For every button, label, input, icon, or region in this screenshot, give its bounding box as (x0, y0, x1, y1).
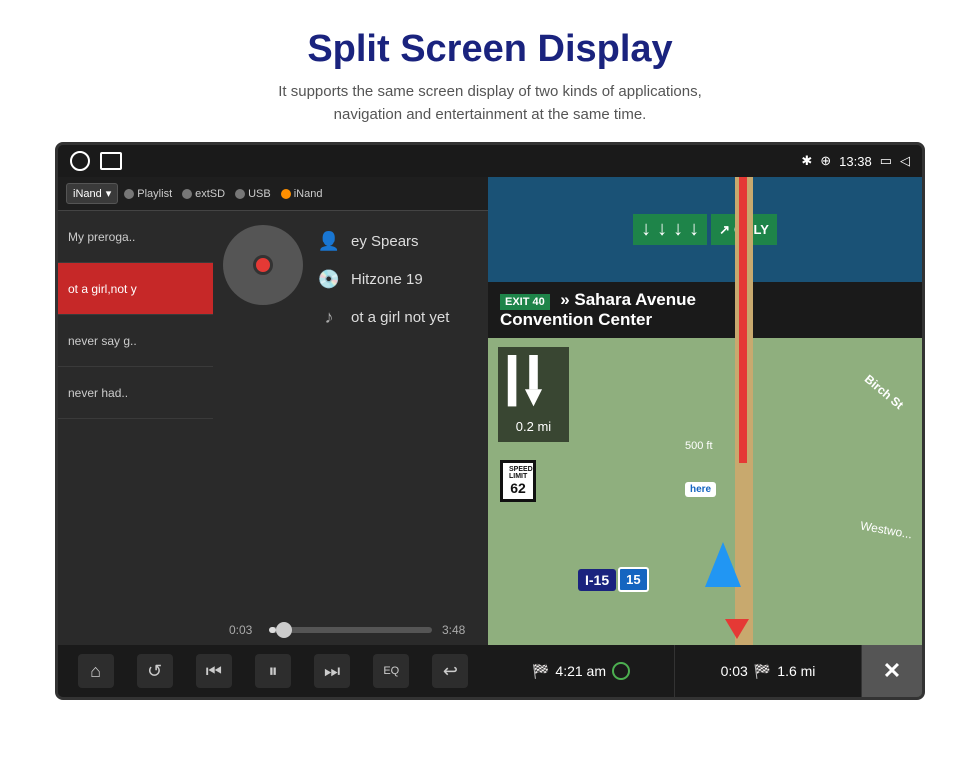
status-left-icons (70, 151, 122, 171)
i15-label: I-15 (578, 569, 616, 591)
red-triangle-indicator (725, 619, 749, 639)
image-icon (100, 152, 122, 170)
source-radio-group: Playlist extSD USB iNand (124, 188, 322, 200)
time-total: 3:48 (442, 623, 472, 637)
close-icon[interactable]: ✕ (883, 658, 901, 684)
playlist: My preroga.. ot a girl,not y never say g… (58, 211, 213, 645)
track-details: 👤 ey Spears 💿 Hitzone 19 ♪ ot a girl not (317, 225, 449, 329)
nav-arrow (705, 542, 741, 587)
music-panel: iNand ▾ Playlist extSD (58, 177, 488, 697)
dropdown-chevron: ▾ (106, 187, 112, 200)
nav-panel: ↓ ↓ ↓ ↓ ↗ ONLY EXIT 40 » Sahara (488, 177, 922, 697)
album-art (223, 225, 303, 305)
music-note-icon: ♪ (317, 305, 341, 329)
device-frame: ✱ ⊕ 13:38 ▭ ◁ iNand ▾ (55, 142, 925, 700)
turn-icon-box: 0.2 mi (498, 347, 569, 442)
back-button[interactable]: ↩ (432, 654, 468, 688)
arrow-down-2: ↓ (657, 218, 667, 241)
progress-fill (269, 627, 276, 633)
status-time: 13:38 (839, 154, 872, 169)
arrow-down-4: ↓ (689, 218, 699, 241)
nav-bottom-bar: 🏁 4:21 am 0:03 🏁 1.6 mi ✕ (488, 645, 922, 697)
prev-button[interactable]: ⏮ (196, 654, 232, 688)
speed-value: 62 (509, 480, 527, 496)
radio-usb[interactable]: USB (235, 188, 271, 200)
page-subtitle: It supports the same screen display of t… (20, 81, 960, 126)
playlist-item-1[interactable]: My preroga.. (58, 211, 213, 263)
bluetooth-icon: ✱ (801, 153, 812, 169)
progress-area: 0:03 3:48 (213, 615, 488, 645)
source-label: iNand (73, 188, 102, 200)
back-icon: ◁ (900, 153, 910, 169)
direction-text: » Sahara Avenue (560, 290, 696, 309)
disc-icon: 💿 (317, 267, 341, 291)
elapsed-time: 0:03 (721, 663, 748, 679)
checkered-flag-end: 🏁 (754, 663, 771, 680)
home-button[interactable]: ⌂ (78, 654, 114, 688)
highway-sign-area: ↓ ↓ ↓ ↓ ↗ ONLY (488, 177, 922, 282)
direction-text-2: Convention Center (500, 310, 910, 330)
track-name: ot a girl not yet (351, 309, 449, 326)
person-icon: 👤 (317, 229, 341, 253)
arrow-up-right: ↗ (719, 222, 730, 238)
location-icon: ⊕ (820, 153, 831, 169)
here-logo: here (685, 482, 716, 497)
page-title: Split Screen Display (20, 28, 960, 71)
radio-inand[interactable]: iNand (281, 188, 323, 200)
road-highlight (739, 177, 747, 463)
split-screen: iNand ▾ Playlist extSD (58, 177, 922, 697)
source-dropdown[interactable]: iNand ▾ (66, 183, 118, 204)
progress-track[interactable] (269, 627, 432, 633)
artist-row: 👤 ey Spears (317, 229, 449, 253)
track-info: 👤 ey Spears 💿 Hitzone 19 ♪ ot a girl not (213, 211, 488, 343)
clock-icon (612, 662, 630, 680)
highway-signs: ↓ ↓ ↓ ↓ ↗ ONLY (633, 214, 777, 245)
vinyl-center (253, 255, 273, 275)
repeat-button[interactable]: ↺ (137, 654, 173, 688)
album-name: Hitzone 19 (351, 271, 423, 288)
progress-thumb (276, 622, 292, 638)
pause-button[interactable]: ⏸ (255, 654, 291, 688)
dist-label: 0.2 mi (516, 419, 551, 434)
exit-badge: EXIT 40 (500, 294, 550, 310)
limit-text: SPEEDLIMIT (509, 466, 527, 480)
remaining-dist: 1.6 mi (777, 663, 815, 679)
arrow-down-1: ↓ (641, 218, 651, 241)
eta-time: 4:21 am (555, 663, 606, 679)
artist-name: ey Spears (351, 233, 419, 250)
time-current: 0:03 (229, 623, 259, 637)
playlist-item-2[interactable]: ot a girl,not y (58, 263, 213, 315)
nav-elapsed-section: 0:03 🏁 1.6 mi (675, 645, 862, 697)
speed-limit-sign: SPEEDLIMIT 62 (500, 460, 536, 502)
highway-badge: I-15 15 (578, 567, 649, 592)
direction-banner: EXIT 40 » Sahara Avenue Convention Cente… (488, 282, 922, 338)
green-sign-1: ↓ ↓ ↓ ↓ (633, 214, 707, 245)
page-container: Split Screen Display It supports the sam… (0, 0, 980, 700)
nav-close-section[interactable]: ✕ (862, 645, 922, 697)
page-header: Split Screen Display It supports the sam… (0, 0, 980, 142)
radio-playlist[interactable]: Playlist (124, 188, 172, 200)
album-row: 💿 Hitzone 19 (317, 267, 449, 291)
turn-area: 0.2 mi (498, 347, 569, 442)
next-button[interactable]: ⏭ (314, 654, 350, 688)
turn-svg (506, 355, 561, 415)
track-row: ♪ ot a girl not yet (317, 305, 449, 329)
music-main: My preroga.. ot a girl,not y never say g… (58, 211, 488, 645)
status-bar: ✱ ⊕ 13:38 ▭ ◁ (58, 145, 922, 177)
circle-icon (70, 151, 90, 171)
nav-eta-section: 🏁 4:21 am (488, 645, 675, 697)
arrow-down-3: ↓ (673, 218, 683, 241)
music-info-area: 👤 ey Spears 💿 Hitzone 19 ♪ ot a girl not (213, 211, 488, 645)
controls-bar: ⌂ ↺ ⏮ ⏸ ⏭ EQ ↩ (58, 645, 488, 697)
ft-label: 500 ft (685, 440, 713, 452)
checkered-flag-start: 🏁 (532, 663, 549, 680)
eq-button[interactable]: EQ (373, 654, 409, 688)
radio-extsd[interactable]: extSD (182, 188, 225, 200)
playlist-item-3[interactable]: never say g.. (58, 315, 213, 367)
status-right-info: ✱ ⊕ 13:38 ▭ ◁ (801, 153, 910, 169)
battery-icon: ▭ (880, 153, 892, 169)
playlist-item-4[interactable]: never had.. (58, 367, 213, 419)
source-bar: iNand ▾ Playlist extSD (58, 177, 488, 211)
route-shield: 15 (618, 567, 648, 592)
